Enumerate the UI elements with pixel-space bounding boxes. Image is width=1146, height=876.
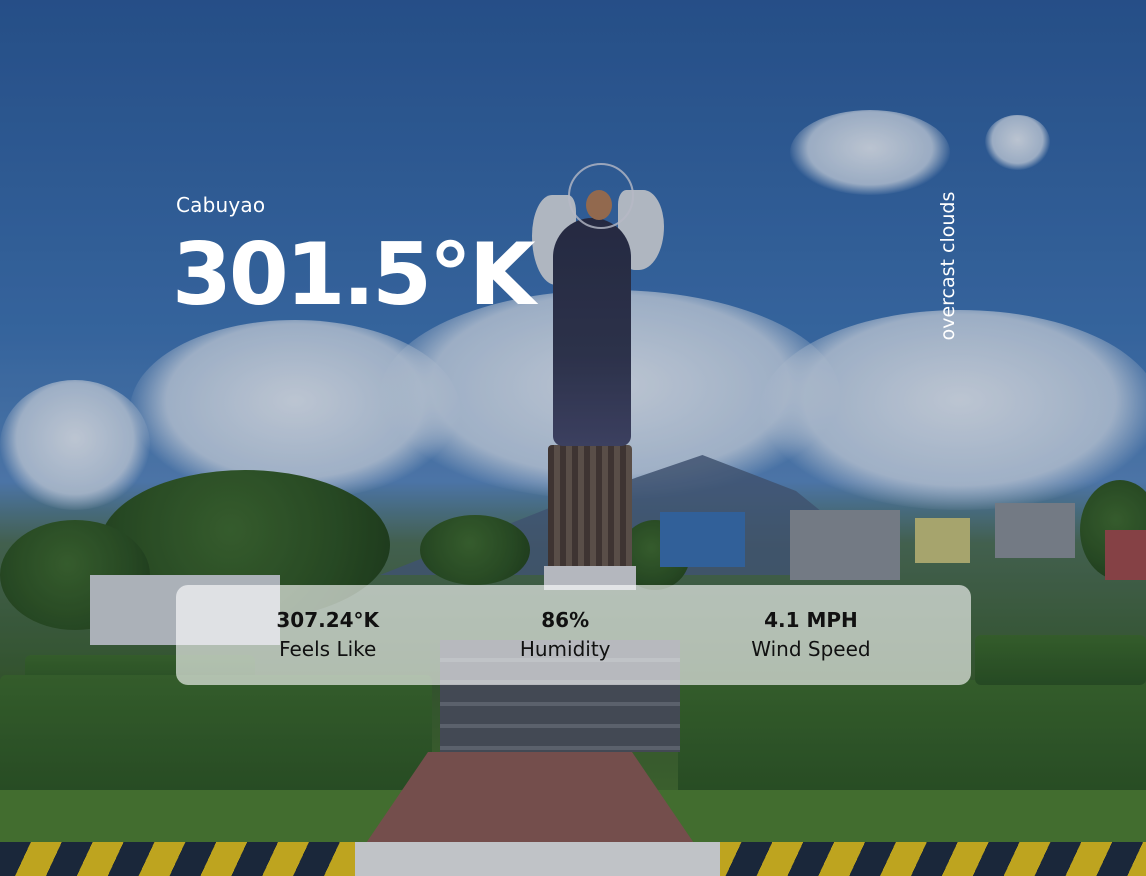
humidity-value: 86% — [541, 608, 590, 632]
weather-app: Cabuyao 301.5°K overcast clouds 307.24°K… — [0, 0, 1146, 876]
weather-details-panel: 307.24°K Feels Like 86% Humidity 4.1 MPH… — [176, 585, 971, 685]
wind-speed-value: 4.1 MPH — [764, 608, 858, 632]
feels-like-label: Feels Like — [279, 637, 377, 661]
city-name: Cabuyao — [176, 193, 266, 217]
wind-speed-label: Wind Speed — [751, 637, 871, 661]
current-temperature: 301.5°K — [172, 225, 536, 325]
background-photo — [0, 0, 1146, 876]
feels-like-stat: 307.24°K Feels Like — [276, 606, 379, 664]
feels-like-value: 307.24°K — [276, 608, 380, 632]
humidity-label: Humidity — [519, 637, 611, 661]
wind-speed-stat: 4.1 MPH Wind Speed — [751, 606, 870, 664]
weather-description: overcast clouds — [937, 191, 959, 341]
humidity-stat: 86% Humidity — [520, 606, 611, 664]
